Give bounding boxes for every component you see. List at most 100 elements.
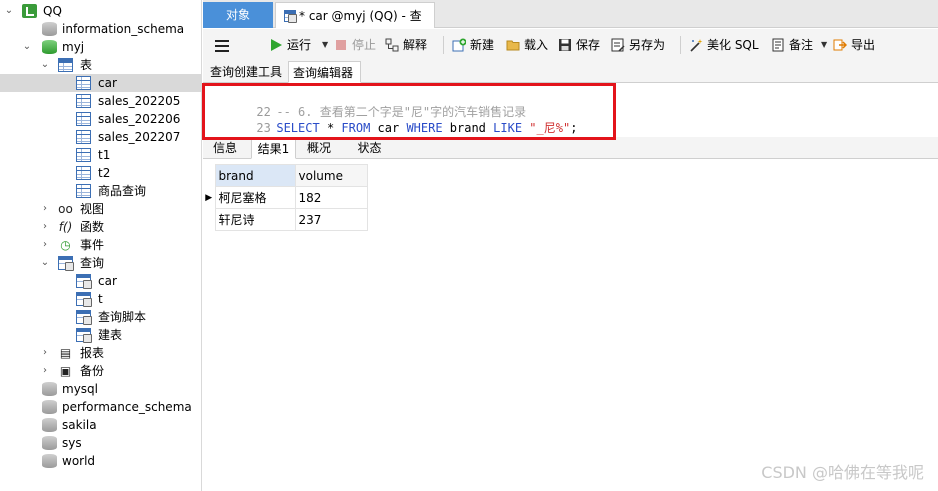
db-label: information_schema	[62, 22, 185, 36]
tab-query-builder[interactable]: 查询创建工具	[206, 61, 286, 83]
sql-text: brand	[442, 121, 494, 135]
query-label: car	[98, 274, 117, 288]
tree-node-events[interactable]: › ◷ 事件	[0, 236, 201, 254]
tree-node-reports[interactable]: › ▤ 报表	[0, 344, 201, 362]
query-label: 建表	[98, 328, 123, 342]
table-label: sales_202207	[98, 130, 181, 144]
document-tab-bar: 对象 * car @myj (QQ) - 查询	[203, 0, 938, 49]
tree-query-create-table[interactable]: 建表	[0, 326, 201, 344]
query-toolbar: 运行 ▼ 停止 解释 新建 载入 保存 另存为 美化 SQL 备注 ▼ 导出	[203, 29, 938, 61]
tree-node-backups[interactable]: › ▣ 备份	[0, 362, 201, 380]
tree-node-views[interactable]: › oo 视图	[0, 200, 201, 218]
result-tab-bar: 信息 结果1 概况 状态	[203, 137, 938, 159]
tree-db-sakila[interactable]: sakila	[0, 416, 201, 434]
tree-query-car[interactable]: car	[0, 272, 201, 290]
node-label: 备份	[80, 364, 105, 378]
tree-node-functions[interactable]: › f() 函数	[0, 218, 201, 236]
tree-node-tables[interactable]: ⌄ 表	[0, 56, 201, 74]
expand-caret-icon[interactable]: ›	[40, 236, 50, 254]
tab-overview[interactable]: 概况	[300, 137, 338, 159]
expand-caret-icon[interactable]: ›	[40, 218, 50, 236]
load-button[interactable]: 载入	[506, 36, 552, 54]
stop-button[interactable]: 停止	[334, 36, 382, 54]
beautify-sql-button[interactable]: 美化 SQL	[689, 36, 763, 54]
save-button[interactable]: 保存	[558, 36, 604, 54]
tree-db-sys[interactable]: sys	[0, 434, 201, 452]
sql-text: ;	[570, 121, 578, 135]
db-label: sakila	[62, 418, 97, 432]
tree-table-t1[interactable]: t1	[0, 146, 201, 164]
code-line-22: 22 -- 6. 查看第二个字是"尼"字的汽车销售记录	[203, 88, 526, 119]
tab-info[interactable]: 信息	[206, 137, 244, 159]
sql-keyword: WHERE	[406, 121, 443, 135]
tree-table-product-query[interactable]: 商品查询	[0, 182, 201, 200]
toolbar-separator	[443, 36, 444, 54]
tree-db-myj[interactable]: ⌄ myj	[0, 38, 201, 56]
export-button[interactable]: 导出	[833, 36, 881, 54]
table-row[interactable]: ▶ 柯尼塞格 182	[203, 186, 368, 209]
query-icon	[76, 292, 92, 307]
collapse-caret-icon[interactable]: ⌄	[4, 2, 14, 20]
tree-query-script[interactable]: 查询脚本	[0, 308, 201, 326]
query-label: t	[98, 292, 103, 306]
tab-status[interactable]: 状态	[347, 137, 392, 159]
tree-db-performance-schema[interactable]: performance_schema	[0, 398, 201, 416]
table-label: sales_202205	[98, 94, 181, 108]
query-folder-icon	[58, 256, 74, 271]
run-button[interactable]: 运行 ▼	[269, 36, 331, 54]
expand-caret-icon[interactable]: ›	[40, 200, 50, 218]
tree-table-sales-202207[interactable]: sales_202207	[0, 128, 201, 146]
tree-table-sales-202206[interactable]: sales_202206	[0, 110, 201, 128]
node-label: 表	[80, 58, 93, 72]
tree-table-sales-202205[interactable]: sales_202205	[0, 92, 201, 110]
collapse-caret-icon[interactable]: ⌄	[40, 254, 50, 272]
tab-query-editor[interactable]: 查询编辑器	[288, 61, 361, 83]
save-as-button[interactable]: 另存为	[611, 36, 671, 54]
new-query-icon	[452, 38, 467, 52]
folder-icon	[506, 38, 520, 52]
navigation-sidebar: ⌄ QQ information_schema ⌄ myj ⌄ 表 car sa…	[0, 0, 202, 491]
notes-button[interactable]: 备注 ▼	[771, 36, 829, 54]
tree-table-t2[interactable]: t2	[0, 164, 201, 182]
sql-keyword: FROM	[341, 121, 371, 135]
tree-node-queries[interactable]: ⌄ 查询	[0, 254, 201, 272]
table-cell[interactable]: 237	[294, 208, 368, 231]
database-icon	[42, 418, 57, 432]
tab-result-1[interactable]: 结果1	[251, 137, 296, 159]
database-icon	[42, 436, 57, 450]
table-row[interactable]: 轩尼诗 237	[203, 208, 368, 231]
tree-db-information-schema[interactable]: information_schema	[0, 20, 201, 38]
tree-db-mysql[interactable]: mysql	[0, 380, 201, 398]
tab-car-query[interactable]: * car @myj (QQ) - 查询	[275, 2, 435, 49]
row-marker	[203, 164, 216, 187]
expand-caret-icon[interactable]: ›	[40, 344, 50, 362]
collapse-caret-icon[interactable]: ⌄	[22, 38, 32, 56]
table-icon	[76, 184, 91, 198]
column-header-brand[interactable]: brand	[214, 164, 296, 187]
query-tab-icon	[284, 10, 297, 23]
explain-button[interactable]: 解释	[385, 36, 435, 54]
sql-editor[interactable]: 22 -- 6. 查看第二个字是"尼"字的汽车销售记录 23 SELECT * FR…	[203, 83, 938, 151]
new-button[interactable]: 新建	[452, 36, 498, 54]
collapse-caret-icon[interactable]: ⌄	[40, 56, 50, 74]
tab-objects[interactable]: 对象	[203, 2, 273, 28]
dropdown-arrow-icon[interactable]: ▼	[322, 36, 328, 54]
tree-query-t[interactable]: t	[0, 290, 201, 308]
table-cell[interactable]: 182	[294, 186, 368, 209]
query-icon	[76, 274, 92, 289]
tree-table-car[interactable]: car	[0, 74, 201, 92]
dropdown-arrow-icon[interactable]: ▼	[821, 36, 827, 54]
save-as-icon	[611, 38, 625, 52]
menu-button[interactable]	[215, 36, 231, 54]
watermark: CSDN @哈佛在等我呢	[761, 463, 924, 482]
table-cell[interactable]: 轩尼诗	[214, 208, 296, 231]
node-label: 视图	[80, 202, 105, 216]
tree-db-world[interactable]: world	[0, 452, 201, 470]
column-header-volume[interactable]: volume	[294, 164, 368, 187]
tree-connection-qq[interactable]: ⌄ QQ	[0, 2, 201, 20]
database-icon	[42, 454, 57, 468]
query-label: 查询脚本	[98, 310, 147, 324]
sql-text: car	[370, 121, 407, 135]
table-cell[interactable]: 柯尼塞格	[214, 186, 296, 209]
expand-caret-icon[interactable]: ›	[40, 362, 50, 380]
